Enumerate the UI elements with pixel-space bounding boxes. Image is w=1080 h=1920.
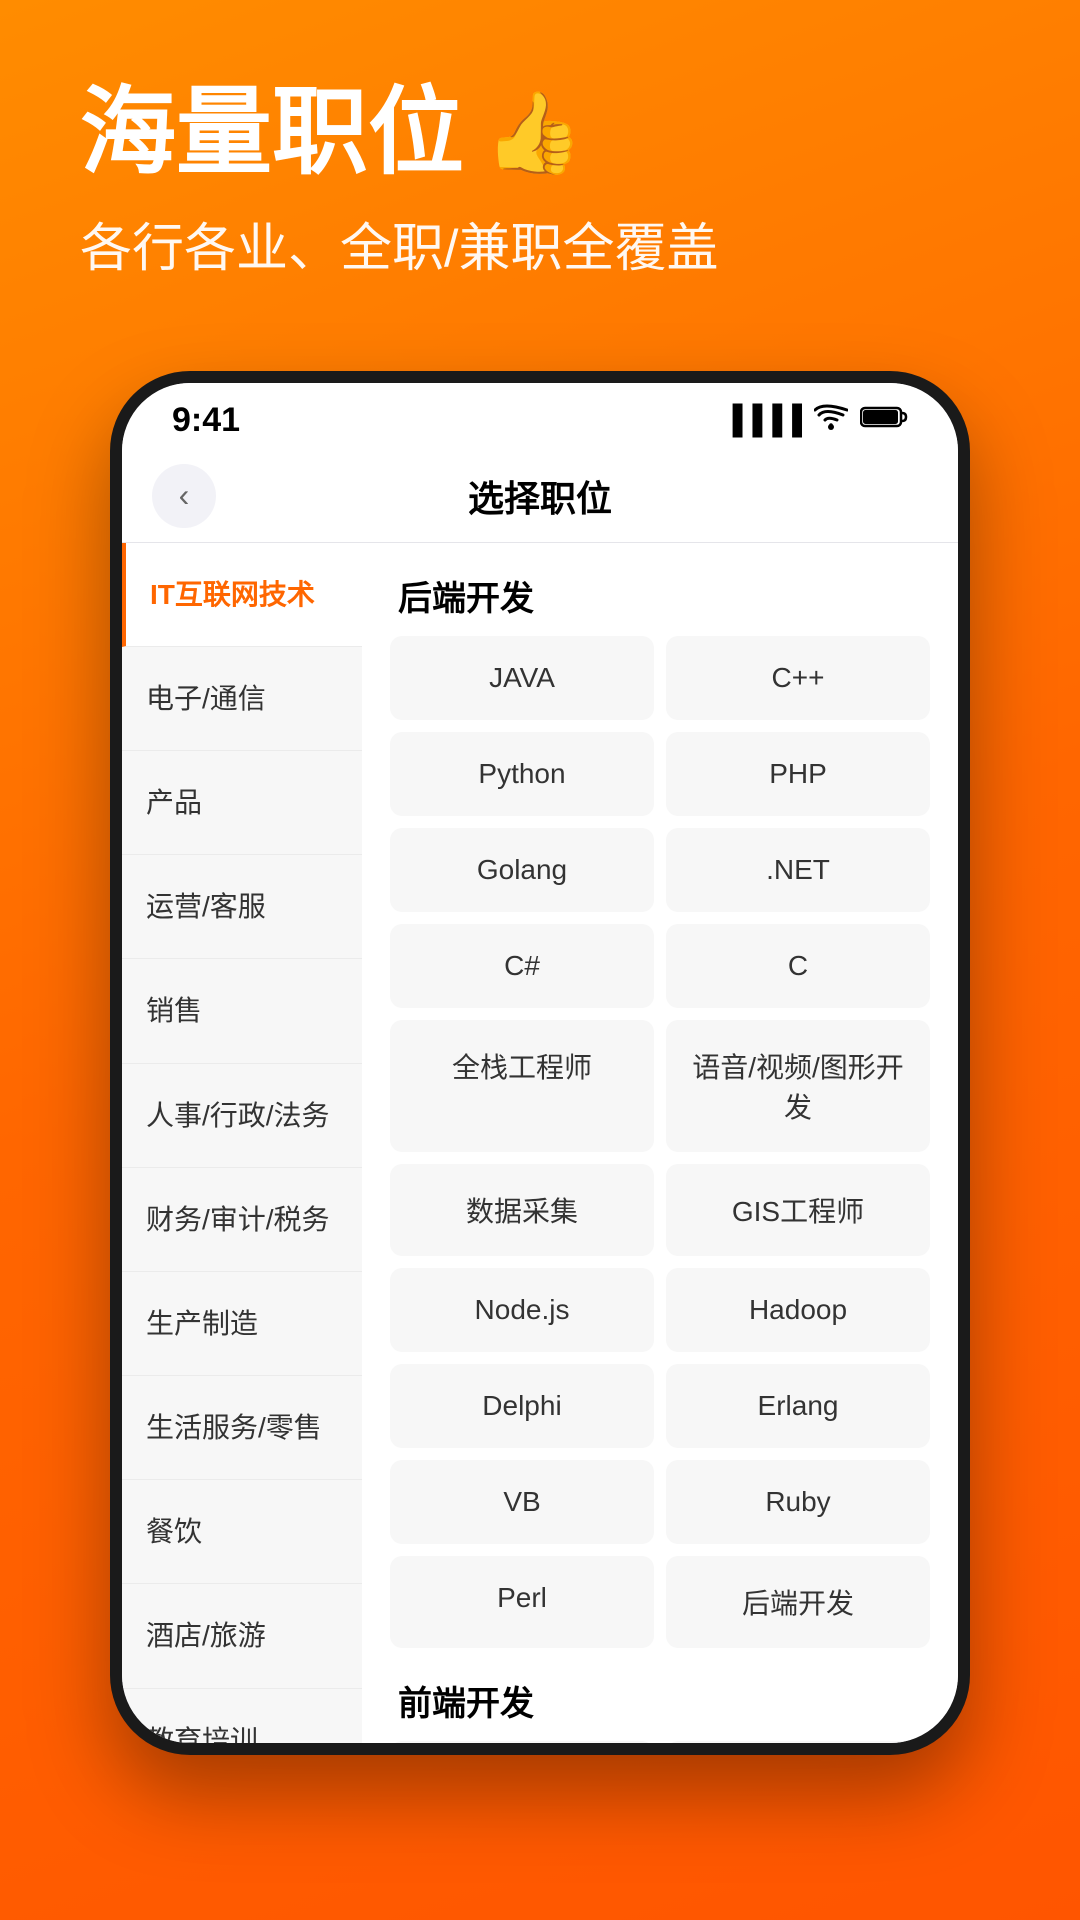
grid-item-0-14[interactable]: Delphi (390, 1364, 654, 1448)
sidebar-item-1[interactable]: 电子/通信 (122, 647, 362, 751)
grid-item-0-5[interactable]: .NET (666, 828, 930, 912)
sidebar-item-11[interactable]: 教育培训 (122, 1689, 362, 1743)
grid-item-0-13[interactable]: Hadoop (666, 1268, 930, 1352)
grid-1: web前端 Flash开发 (382, 1741, 938, 1743)
right-content: 后端开发JAVAC++PythonPHPGolang.NETC#C全栈工程师语音… (362, 543, 958, 1743)
sidebar-item-10[interactable]: 酒店/旅游 (122, 1584, 362, 1688)
grid-item-0-11[interactable]: GIS工程师 (666, 1164, 930, 1256)
nav-bar: ‹ 选择职位 (122, 450, 958, 543)
section-header-1: 前端开发 (382, 1648, 938, 1741)
grid-item-0-8[interactable]: 全栈工程师 (390, 1020, 654, 1152)
grid-item-0-9[interactable]: 语音/视频/图形开发 (666, 1020, 930, 1152)
hero-subtitle: 各行各业、全职/兼职全覆盖 (80, 206, 1020, 281)
sidebar-item-8[interactable]: 生活服务/零售 (122, 1376, 362, 1480)
hero-section: 海量职位 👍 各行各业、全职/兼职全覆盖 (0, 0, 1080, 341)
sidebar-item-7[interactable]: 生产制造 (122, 1272, 362, 1376)
grid-0: JAVAC++PythonPHPGolang.NETC#C全栈工程师语音/视频/… (382, 636, 938, 1648)
grid-item-0-12[interactable]: Node.js (390, 1268, 654, 1352)
back-button[interactable]: ‹ (152, 464, 216, 528)
hero-title: 海量职位 👍 (80, 80, 1020, 186)
section-header-0: 后端开发 (382, 543, 938, 636)
hero-title-text: 海量职位 (80, 80, 464, 186)
sidebar-item-2[interactable]: 产品 (122, 751, 362, 855)
status-icons: ▐▐▐▐ (723, 403, 908, 438)
sidebar-item-9[interactable]: 餐饮 (122, 1480, 362, 1584)
status-bar: 9:41 ▐▐▐▐ (122, 383, 958, 450)
grid-item-0-6[interactable]: C# (390, 924, 654, 1008)
back-icon: ‹ (179, 477, 190, 514)
signal-icon: ▐▐▐▐ (723, 404, 802, 436)
page-title: 选择职位 (468, 470, 612, 522)
content-area: IT互联网技术电子/通信产品运营/客服销售人事/行政/法务财务/审计/税务生产制… (122, 543, 958, 1743)
sidebar-item-6[interactable]: 财务/审计/税务 (122, 1168, 362, 1272)
phone-frame: 9:41 ▐▐▐▐ ‹ (110, 371, 970, 1755)
sidebar-item-4[interactable]: 销售 (122, 959, 362, 1063)
grid-item-0-2[interactable]: Python (390, 732, 654, 816)
grid-item-0-0[interactable]: JAVA (390, 636, 654, 720)
battery-icon (860, 404, 908, 437)
thumb-icon: 👍 (484, 89, 584, 177)
grid-item-0-18[interactable]: Perl (390, 1556, 654, 1648)
sidebar-item-0[interactable]: IT互联网技术 (122, 543, 362, 647)
status-time: 9:41 (172, 401, 240, 440)
sidebar-item-3[interactable]: 运营/客服 (122, 855, 362, 959)
wifi-icon (814, 403, 848, 438)
sidebar-item-5[interactable]: 人事/行政/法务 (122, 1064, 362, 1168)
grid-item-0-4[interactable]: Golang (390, 828, 654, 912)
grid-item-0-16[interactable]: VB (390, 1460, 654, 1544)
grid-item-1-1[interactable]: Flash开发 (666, 1741, 930, 1743)
grid-item-0-19[interactable]: 后端开发 (666, 1556, 930, 1648)
grid-item-0-7[interactable]: C (666, 924, 930, 1008)
grid-item-0-10[interactable]: 数据采集 (390, 1164, 654, 1256)
grid-item-1-0[interactable]: web前端 (390, 1741, 654, 1743)
sidebar: IT互联网技术电子/通信产品运营/客服销售人事/行政/法务财务/审计/税务生产制… (122, 543, 362, 1743)
grid-item-0-1[interactable]: C++ (666, 636, 930, 720)
grid-item-0-3[interactable]: PHP (666, 732, 930, 816)
grid-item-0-17[interactable]: Ruby (666, 1460, 930, 1544)
grid-item-0-15[interactable]: Erlang (666, 1364, 930, 1448)
